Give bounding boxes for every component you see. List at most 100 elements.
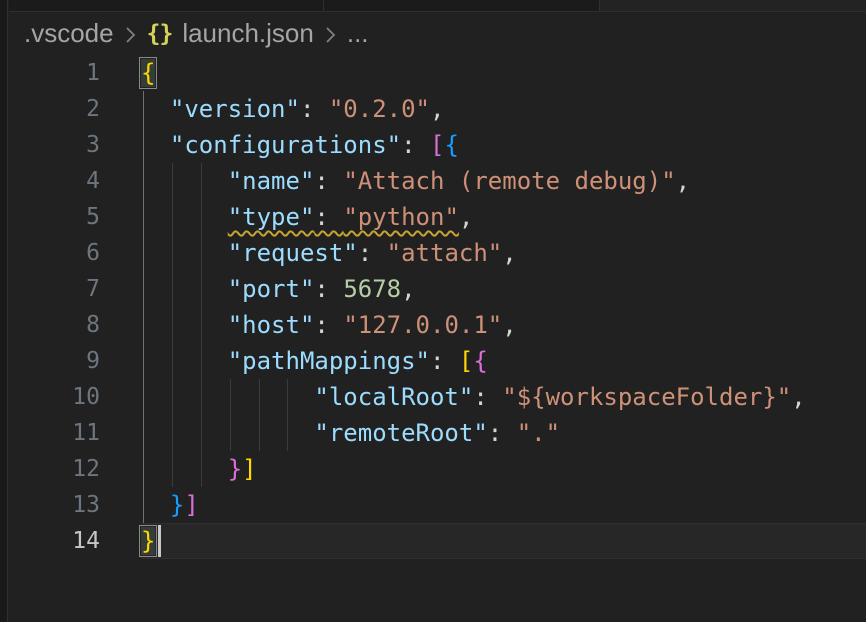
line-number[interactable]: 4 <box>9 163 100 199</box>
breadcrumb-item-file[interactable]: launch.json <box>182 18 314 49</box>
code-token: : <box>488 419 517 447</box>
line-number[interactable]: 6 <box>9 235 100 271</box>
code-line-content: }] <box>141 487 866 523</box>
breadcrumb-item-symbol[interactable]: ... <box>347 18 369 49</box>
code-token <box>141 239 228 267</box>
matched-bracket: { <box>141 59 155 87</box>
indent-guide <box>172 271 173 307</box>
code-line[interactable]: 10 "localRoot": "${workspaceFolder}", <box>9 379 866 415</box>
indent-guide <box>172 415 173 451</box>
line-number[interactable]: 11 <box>9 415 100 451</box>
indent-guide <box>287 379 288 415</box>
line-number[interactable]: 10 <box>9 379 100 415</box>
code-line[interactable]: 4 "name": "Attach (remote debug)", <box>9 163 866 199</box>
code-line-content: }] <box>141 451 866 487</box>
indent-guide <box>172 343 173 379</box>
code-line[interactable]: 11 "remoteRoot": "." <box>9 415 866 451</box>
tab-remnant[interactable] <box>9 0 323 11</box>
code-line[interactable]: 13 }] <box>9 487 866 523</box>
code-line-content: "host": "127.0.0.1", <box>141 307 866 343</box>
code-token <box>141 131 170 159</box>
code-line-content: "request": "attach", <box>141 235 866 271</box>
indent-guide <box>201 163 202 199</box>
line-number[interactable]: 3 <box>9 127 100 163</box>
indent-guide <box>287 415 288 451</box>
code-line[interactable]: 9 "pathMappings": [{ <box>9 343 866 379</box>
line-number[interactable]: 14 <box>9 523 100 559</box>
code-line[interactable]: 6 "request": "attach", <box>9 235 866 271</box>
code-line-content: { <box>141 55 866 91</box>
text-cursor <box>158 525 161 557</box>
breadcrumb: .vscode {} launch.json ... <box>9 12 866 55</box>
code-token: "port" <box>228 275 315 303</box>
active-indent-guide <box>143 415 144 451</box>
code-line[interactable]: 1{ <box>9 55 866 91</box>
code-token: , <box>502 239 516 267</box>
active-indent-guide <box>143 487 144 523</box>
code-token: : <box>314 311 343 339</box>
code-token <box>141 383 314 411</box>
line-number[interactable]: 1 <box>9 55 100 91</box>
indent-guide <box>172 379 173 415</box>
line-number[interactable]: 8 <box>9 307 100 343</box>
tab-strip <box>9 0 866 12</box>
indent-guide <box>172 199 173 235</box>
indent-guide <box>172 451 173 487</box>
code-token <box>141 203 228 231</box>
indent-guide <box>201 307 202 343</box>
code-token: , <box>430 95 444 123</box>
active-indent-guide <box>143 235 144 271</box>
code-token: : <box>314 203 343 231</box>
code-token: } <box>170 491 184 519</box>
indent-guide <box>201 379 202 415</box>
indent-guide <box>201 343 202 379</box>
code-line-content: "type": "python", <box>141 199 866 235</box>
code-token: "version" <box>170 95 300 123</box>
code-token: } <box>228 455 242 483</box>
line-number[interactable]: 12 <box>9 451 100 487</box>
indent-guide <box>259 379 260 415</box>
code-token: "remoteRoot" <box>314 419 487 447</box>
code-token: "localRoot" <box>314 383 473 411</box>
code-token: "pathMappings" <box>228 347 430 375</box>
code-token: "host" <box>228 311 315 339</box>
code-token: "attach" <box>387 239 503 267</box>
line-number[interactable]: 5 <box>9 199 100 235</box>
code-line-content: "pathMappings": [{ <box>141 343 866 379</box>
line-number[interactable]: 13 <box>9 487 100 523</box>
line-number[interactable]: 7 <box>9 271 100 307</box>
active-indent-guide <box>143 451 144 487</box>
code-line[interactable]: 12 }] <box>9 451 866 487</box>
code-token <box>141 347 228 375</box>
active-indent-guide <box>143 343 144 379</box>
code-token: "configurations" <box>170 131 401 159</box>
code-line[interactable]: 2 "version": "0.2.0", <box>9 91 866 127</box>
tab-remnant[interactable] <box>323 0 599 11</box>
code-token: , <box>791 383 805 411</box>
tab-remnant[interactable] <box>599 0 866 11</box>
indent-guide <box>201 199 202 235</box>
indent-guide <box>201 415 202 451</box>
line-number[interactable]: 9 <box>9 343 100 379</box>
code-line[interactable]: 7 "port": 5678, <box>9 271 866 307</box>
warning-squiggle: "type": "python" <box>228 203 459 231</box>
sidebar-edge <box>0 0 8 622</box>
code-token: ] <box>184 491 198 519</box>
indent-guide <box>230 415 231 451</box>
code-token: : <box>314 167 343 195</box>
code-token: "python" <box>343 203 459 231</box>
code-token: , <box>676 167 690 195</box>
code-line[interactable]: 3 "configurations": [{ <box>9 127 866 163</box>
indent-guide <box>172 235 173 271</box>
code-token <box>141 167 228 195</box>
line-number[interactable]: 2 <box>9 91 100 127</box>
code-token: "Attach (remote debug)" <box>343 167 675 195</box>
breadcrumb-item-folder[interactable]: .vscode <box>24 18 114 49</box>
active-indent-guide <box>143 91 144 127</box>
code-token: "${workspaceFolder}" <box>502 383 791 411</box>
code-line[interactable]: 8 "host": "127.0.0.1", <box>9 307 866 343</box>
code-line[interactable]: 5 "type": "python", <box>9 199 866 235</box>
code-line[interactable]: 14} <box>9 523 866 559</box>
chevron-right-icon <box>123 21 138 47</box>
editor[interactable]: 1{2 "version": "0.2.0",3 "configurations… <box>9 55 866 559</box>
